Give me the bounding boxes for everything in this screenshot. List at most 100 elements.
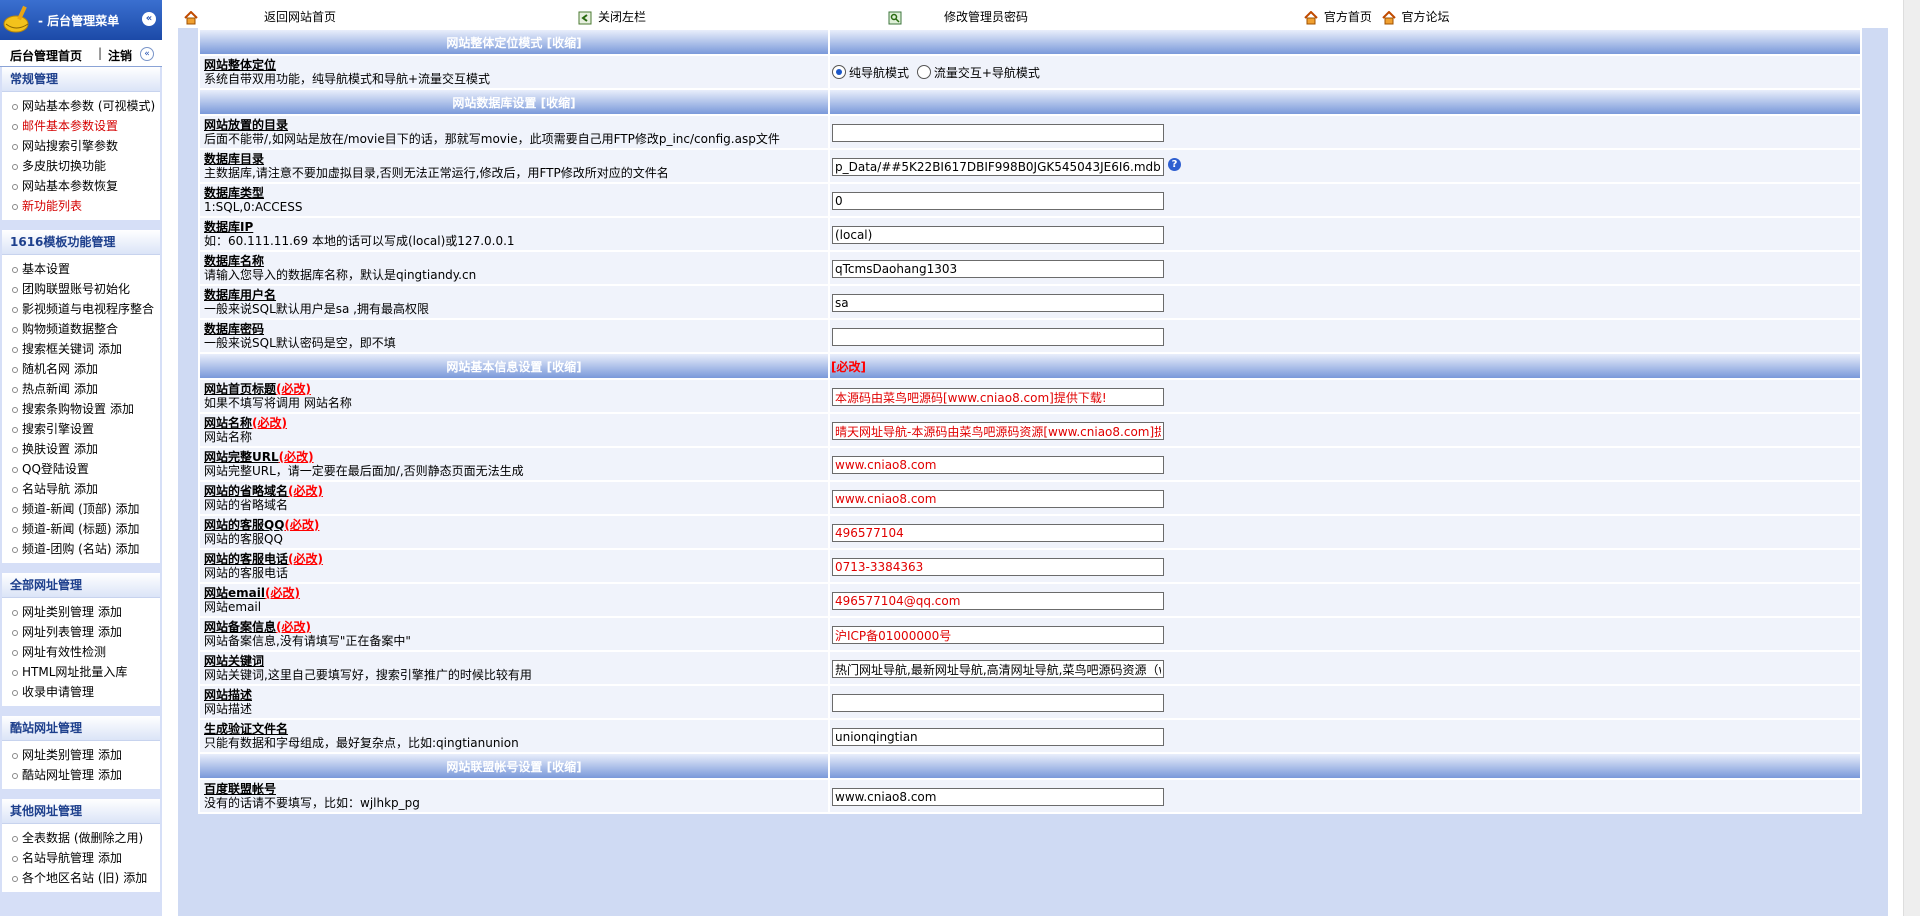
sidebar-item-link[interactable]: 全表数据 (做删除之用) <box>22 831 143 845</box>
dir-input[interactable] <box>832 124 1164 142</box>
dbpath-input[interactable] <box>832 158 1164 176</box>
sidebar-item-link[interactable]: 热点新闻 <box>22 382 70 396</box>
sidebar-item-link[interactable]: 频道-团购 (名站) <box>22 542 112 556</box>
sidebar-item-link[interactable]: 名站导航管理 <box>22 851 94 865</box>
close-left-item[interactable] <box>578 9 598 25</box>
sidebar-item-link[interactable]: 频道-新闻 (标题) <box>22 522 112 536</box>
section-title[interactable]: 网站数据库设置 [收缩] <box>200 90 828 114</box>
siteurl-input[interactable] <box>832 456 1164 474</box>
sidebar-group-title[interactable]: 酷站网址管理 <box>2 716 160 741</box>
sidebar-add-link[interactable]: 添加 <box>98 625 122 639</box>
sidebar-add-link[interactable]: 添加 <box>98 851 122 865</box>
shortdomain-input[interactable] <box>832 490 1164 508</box>
sidebar-item-link[interactable]: 多皮肤切换功能 <box>22 159 106 173</box>
help-icon[interactable]: ? <box>1168 158 1181 171</box>
sidebar-item-link[interactable]: 网址列表管理 <box>22 625 94 639</box>
logout-link[interactable]: 注销 <box>108 47 132 64</box>
qq-input[interactable] <box>832 524 1164 542</box>
sidebar-item-link[interactable]: 酷站网址管理 <box>22 768 94 782</box>
field-desc: 网站email <box>204 600 262 614</box>
sidebar-item-link[interactable]: 频道-新闻 (顶部) <box>22 502 112 516</box>
required-mark-text: 必改 <box>257 416 282 430</box>
dbuser-input[interactable] <box>832 294 1164 312</box>
sitetitle-input[interactable] <box>832 388 1164 406</box>
change-password-item[interactable] <box>888 9 908 25</box>
sidebar-group-title[interactable]: 全部网址管理 <box>2 573 160 598</box>
sidebar-item-link[interactable]: 网站搜索引擎参数 <box>22 139 118 153</box>
radio-traffic-nav[interactable]: 流量交互+导航模式 <box>916 64 1040 81</box>
sidebar-item-link[interactable]: 搜索条购物设置 <box>22 402 106 416</box>
sidebar-add-link[interactable]: 添加 <box>74 442 98 456</box>
section-title[interactable]: 网站基本信息设置 [收缩] <box>200 354 828 378</box>
field-desc: 只能有数据和字母组成，最好复杂点，比如:qingtianunion <box>204 736 519 750</box>
sidebar-item-link[interactable]: 基本设置 <box>22 262 70 276</box>
sidebar-add-link[interactable]: 添加 <box>74 482 98 496</box>
sidebar-item-link[interactable]: QQ登陆设置 <box>22 462 89 476</box>
sidebar-item-link[interactable]: 网址有效性检测 <box>22 645 106 659</box>
sidebar-group-title[interactable]: 1616模板功能管理 <box>2 230 160 255</box>
sidebar-add-link[interactable]: 添加 <box>110 402 134 416</box>
sidebar-add-link[interactable]: 添加 <box>98 768 122 782</box>
sitename-input[interactable] <box>832 422 1164 440</box>
sidebar-item-link[interactable]: 团购联盟账号初始化 <box>22 282 130 296</box>
sidebar-add-link[interactable]: 添加 <box>98 342 122 356</box>
verify-input[interactable] <box>832 728 1164 746</box>
sidebar-add-link[interactable]: 添加 <box>123 871 147 885</box>
radio-button[interactable] <box>832 65 846 80</box>
back-home-item[interactable] <box>184 9 204 25</box>
sidebar-item-link[interactable]: 影视频道与电视程序整合 <box>22 302 154 316</box>
sidebar-item-link[interactable]: 随机名网 <box>22 362 70 376</box>
email-input[interactable] <box>832 592 1164 610</box>
sidebar-item-link[interactable]: 网站基本参数 (可视模式) <box>22 99 155 113</box>
collapse-menu-icon[interactable]: « <box>142 12 156 26</box>
official-home-link[interactable]: 官方首页 <box>1324 10 1372 24</box>
official-home-item[interactable]: 官方首页 官方论坛 <box>1304 9 1450 25</box>
sidebar-item-link[interactable]: 收录申请管理 <box>22 685 94 699</box>
dbname-input[interactable] <box>832 260 1164 278</box>
row-dbuser: 数据库用户名 一般来说SQL默认用户是sa ,拥有最高权限 <box>200 286 1860 318</box>
radio-nav-only[interactable]: 纯导航模式 <box>832 64 909 81</box>
section-title[interactable]: 网站联盟帐号设置 [收缩] <box>200 754 828 778</box>
page-scrollbar[interactable] <box>1903 0 1920 916</box>
description-input[interactable] <box>832 694 1164 712</box>
sidebar-item-link[interactable]: 网站基本参数恢复 <box>22 179 118 193</box>
admin-home-link[interactable]: 后台管理首页 <box>10 47 82 64</box>
sidebar-item-link[interactable]: 新功能列表 <box>22 199 82 213</box>
sidebar-add-link[interactable]: 添加 <box>98 605 122 619</box>
sidebar-item-link[interactable]: 搜索框关键词 <box>22 342 94 356</box>
baidu-input[interactable] <box>832 788 1164 806</box>
keywords-input[interactable] <box>832 660 1164 678</box>
dbpwd-input[interactable] <box>832 328 1164 346</box>
sidebar-item-link[interactable]: 购物频道数据整合 <box>22 322 118 336</box>
radio-button[interactable] <box>916 65 931 80</box>
back-home-link[interactable]: 返回网站首页 <box>264 9 336 25</box>
section-basic-info: 网站基本信息设置 [收缩] [必改] <box>200 354 1860 378</box>
collapse-left-icon[interactable]: « <box>140 47 154 61</box>
sidebar-item-link[interactable]: 邮件基本参数设置 <box>22 119 118 133</box>
sidebar-group-title[interactable]: 常规管理 <box>2 67 160 92</box>
official-forum-link[interactable]: 官方论坛 <box>1402 10 1450 24</box>
change-password-link[interactable]: 修改管理员密码 <box>944 9 1028 25</box>
dbtype-input[interactable] <box>832 192 1164 210</box>
icp-input[interactable] <box>832 626 1164 644</box>
sidebar-add-link[interactable]: 添加 <box>98 748 122 762</box>
sidebar-add-link[interactable]: 添加 <box>116 522 140 536</box>
sidebar-item-link[interactable]: 网址类别管理 <box>22 748 94 762</box>
close-left-link[interactable]: 关闭左栏 <box>598 9 646 25</box>
sidebar-item-link[interactable]: HTML网址批量入库 <box>22 665 127 679</box>
row-baidu: 百度联盟帐号 没有的话请不要填写，比如：wjlhkp_pg <box>200 780 1860 812</box>
sidebar-add-link[interactable]: 添加 <box>116 542 140 556</box>
sidebar-add-link[interactable]: 添加 <box>74 382 98 396</box>
sidebar-item-link[interactable]: 网址类别管理 <box>22 605 94 619</box>
sidebar-item-link[interactable]: 各个地区名站 (旧) <box>22 871 119 885</box>
sidebar-item-link[interactable]: 换肤设置 <box>22 442 70 456</box>
sidebar-add-link[interactable]: 添加 <box>116 502 140 516</box>
sidebar-group-title[interactable]: 其他网址管理 <box>2 799 160 824</box>
sidebar-add-link[interactable]: 添加 <box>74 362 98 376</box>
dbip-input[interactable] <box>832 226 1164 244</box>
required-mark: (必改) <box>264 586 300 600</box>
tel-input[interactable] <box>832 558 1164 576</box>
sidebar-item-link[interactable]: 搜索引擎设置 <box>22 422 94 436</box>
section-title[interactable]: 网站整体定位模式 [收缩] <box>200 30 828 54</box>
sidebar-item-link[interactable]: 名站导航 <box>22 482 70 496</box>
